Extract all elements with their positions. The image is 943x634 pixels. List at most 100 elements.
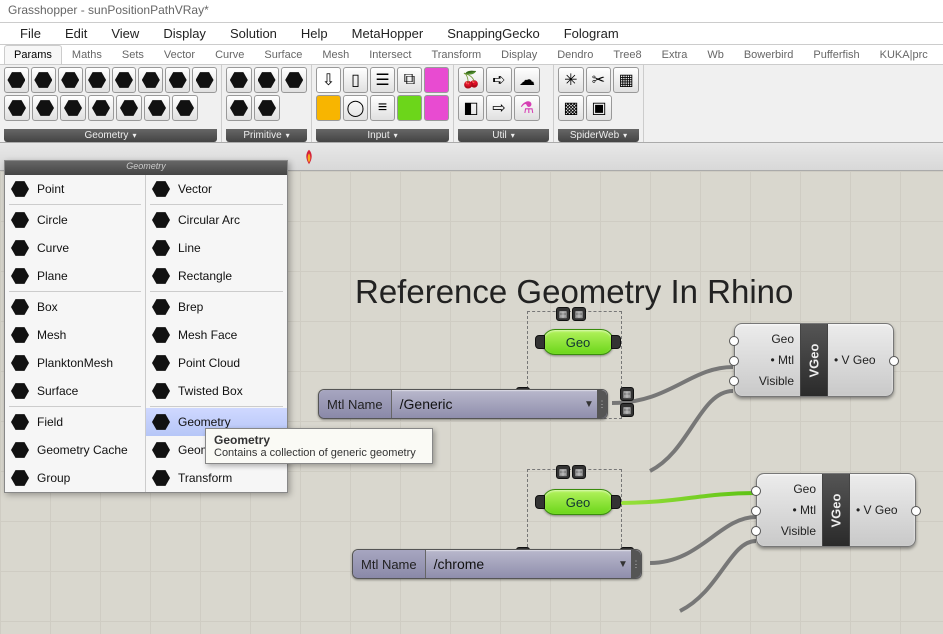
dd-item-geometrycache[interactable]: Geometry Cache: [5, 436, 145, 464]
tab-display[interactable]: Display: [491, 45, 547, 64]
comp-output-vgeo[interactable]: • V Geo: [834, 353, 887, 367]
dd-item-surface[interactable]: Surface: [5, 377, 145, 405]
ribbon-util-icon[interactable]: ⇨: [486, 95, 512, 121]
tab-maths[interactable]: Maths: [62, 45, 112, 64]
ribbon-geometry-icon[interactable]: [4, 95, 30, 121]
ribbon-input-icon[interactable]: [424, 67, 449, 93]
ribbon-input-icon[interactable]: [424, 95, 449, 121]
dd-item-plane[interactable]: Plane: [5, 262, 145, 290]
ribbon-util-icon[interactable]: ➪: [486, 67, 512, 93]
tab-curve[interactable]: Curve: [205, 45, 254, 64]
tab-tree8[interactable]: Tree8: [603, 45, 651, 64]
tab-wb[interactable]: Wb: [697, 45, 734, 64]
menu-help[interactable]: Help: [289, 23, 340, 44]
ribbon-util-icon[interactable]: ☁: [514, 67, 540, 93]
ribbon-label-primitive[interactable]: Primitive: [226, 129, 307, 142]
comp-input-visible[interactable]: Visible: [741, 374, 794, 388]
ribbon-spiderweb-icon[interactable]: ▩: [558, 95, 584, 121]
dd-item-line[interactable]: Line: [146, 234, 287, 262]
menu-metahopper[interactable]: MetaHopper: [340, 23, 436, 44]
tab-transform[interactable]: Transform: [421, 45, 491, 64]
ribbon-geometry-icon[interactable]: [4, 67, 29, 93]
ribbon-input-icon[interactable]: ▯: [343, 67, 368, 93]
dd-item-point[interactable]: Point: [5, 175, 145, 203]
panel-value[interactable]: /chrome: [426, 556, 615, 572]
dd-item-box[interactable]: Box: [5, 293, 145, 321]
comp-input-mtl[interactable]: • Mtl: [741, 353, 794, 367]
panel-dropdown-icon[interactable]: ▼: [581, 399, 597, 410]
ribbon-label-util[interactable]: Util: [458, 129, 549, 142]
zui-button[interactable]: ▦: [572, 307, 586, 321]
ribbon-input-icon[interactable]: ⧉: [397, 67, 422, 93]
zui-button[interactable]: ▦: [572, 465, 586, 479]
menu-fologram[interactable]: Fologram: [552, 23, 631, 44]
zui-button[interactable]: ▦: [556, 465, 570, 479]
ribbon-primitive-icon[interactable]: [254, 95, 280, 121]
zui-button[interactable]: ▦: [556, 307, 570, 321]
ribbon-geometry-icon[interactable]: [58, 67, 83, 93]
ribbon-geometry-icon[interactable]: [116, 95, 142, 121]
menu-snappinggecko[interactable]: SnappingGecko: [435, 23, 552, 44]
tab-mesh[interactable]: Mesh: [312, 45, 359, 64]
ribbon-primitive-icon[interactable]: [281, 67, 307, 93]
tab-wasp[interactable]: Wasp: [938, 45, 943, 64]
comp-output-vgeo[interactable]: • V Geo: [856, 503, 909, 517]
zui-button[interactable]: ▦: [620, 387, 634, 401]
dd-item-pointcloud[interactable]: Point Cloud: [146, 349, 287, 377]
ribbon-geometry-icon[interactable]: [172, 95, 198, 121]
ribbon-primitive-icon[interactable]: [254, 67, 280, 93]
ribbon-spiderweb-icon[interactable]: ▦: [613, 67, 639, 93]
ribbon-geometry-icon[interactable]: [88, 95, 114, 121]
ribbon-input-icon[interactable]: ◯: [343, 95, 368, 121]
menu-file[interactable]: File: [8, 23, 53, 44]
dd-item-planktonmesh[interactable]: PlanktonMesh: [5, 349, 145, 377]
comp-input-visible[interactable]: Visible: [763, 524, 816, 538]
zui-button[interactable]: ▦: [620, 403, 634, 417]
mtlname-panel-1[interactable]: Mtl Name /Generic ▼ ⋮: [318, 389, 608, 419]
dd-item-field[interactable]: Field: [5, 408, 145, 436]
comp-input-geo[interactable]: Geo: [763, 482, 816, 496]
ribbon-geometry-icon[interactable]: [85, 67, 110, 93]
tab-vector[interactable]: Vector: [154, 45, 205, 64]
ribbon-label-input[interactable]: Input: [316, 129, 449, 142]
dd-item-mesh[interactable]: Mesh: [5, 321, 145, 349]
ribbon-primitive-icon[interactable]: [226, 95, 252, 121]
dd-item-brep[interactable]: Brep: [146, 293, 287, 321]
dd-item-circulararc[interactable]: Circular Arc: [146, 206, 287, 234]
dd-item-twistedbox[interactable]: Twisted Box: [146, 377, 287, 405]
tab-dendro[interactable]: Dendro: [547, 45, 603, 64]
panel-grip-icon[interactable]: ⋮: [631, 550, 641, 578]
ribbon-primitive-icon[interactable]: [226, 67, 252, 93]
ribbon-geometry-icon[interactable]: [138, 67, 163, 93]
dd-item-group[interactable]: Group: [5, 464, 145, 492]
dd-item-curve[interactable]: Curve: [5, 234, 145, 262]
geometry-param-node[interactable]: Geo: [542, 329, 614, 355]
tab-intersect[interactable]: Intersect: [359, 45, 421, 64]
panel-dropdown-icon[interactable]: ▼: [615, 559, 631, 570]
ribbon-input-icon[interactable]: ≡: [370, 95, 395, 121]
menu-solution[interactable]: Solution: [218, 23, 289, 44]
dd-item-vector[interactable]: Vector: [146, 175, 287, 203]
ribbon-geometry-icon[interactable]: [112, 67, 137, 93]
tab-kukaprc[interactable]: KUKA|prc: [870, 45, 938, 64]
tab-pufferfish[interactable]: Pufferfish: [803, 45, 869, 64]
mtlname-panel-2[interactable]: Mtl Name /chrome ▼ ⋮: [352, 549, 642, 579]
ribbon-geometry-icon[interactable]: [32, 95, 58, 121]
ribbon-geometry-icon[interactable]: [60, 95, 86, 121]
ribbon-util-icon[interactable]: ⚗: [514, 95, 540, 121]
ribbon-geometry-icon[interactable]: [165, 67, 190, 93]
comp-input-mtl[interactable]: • Mtl: [763, 503, 816, 517]
ribbon-input-icon[interactable]: [316, 95, 341, 121]
tab-sets[interactable]: Sets: [112, 45, 154, 64]
dd-item-rectangle[interactable]: Rectangle: [146, 262, 287, 290]
dd-item-transform[interactable]: Transform: [146, 464, 287, 492]
tab-extra[interactable]: Extra: [652, 45, 698, 64]
ribbon-util-icon[interactable]: ◧: [458, 95, 484, 121]
ribbon-input-icon[interactable]: ☰: [370, 67, 395, 93]
menu-view[interactable]: View: [99, 23, 151, 44]
ribbon-input-icon[interactable]: ⇩: [316, 67, 341, 93]
ribbon-geometry-icon[interactable]: [144, 95, 170, 121]
tab-bowerbird[interactable]: Bowerbird: [734, 45, 804, 64]
ribbon-spiderweb-icon[interactable]: ✂: [586, 67, 612, 93]
dd-item-meshface[interactable]: Mesh Face: [146, 321, 287, 349]
